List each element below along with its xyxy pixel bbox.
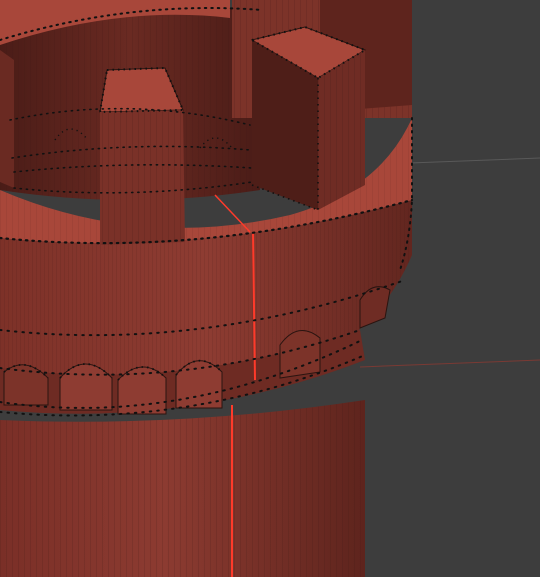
battlement-left[interactable] bbox=[0, 50, 14, 188]
3d-viewport[interactable] bbox=[0, 0, 540, 577]
battlement-center[interactable] bbox=[99, 67, 185, 245]
tower-shaft[interactable] bbox=[0, 400, 365, 577]
battlement-front-right[interactable] bbox=[250, 26, 367, 210]
